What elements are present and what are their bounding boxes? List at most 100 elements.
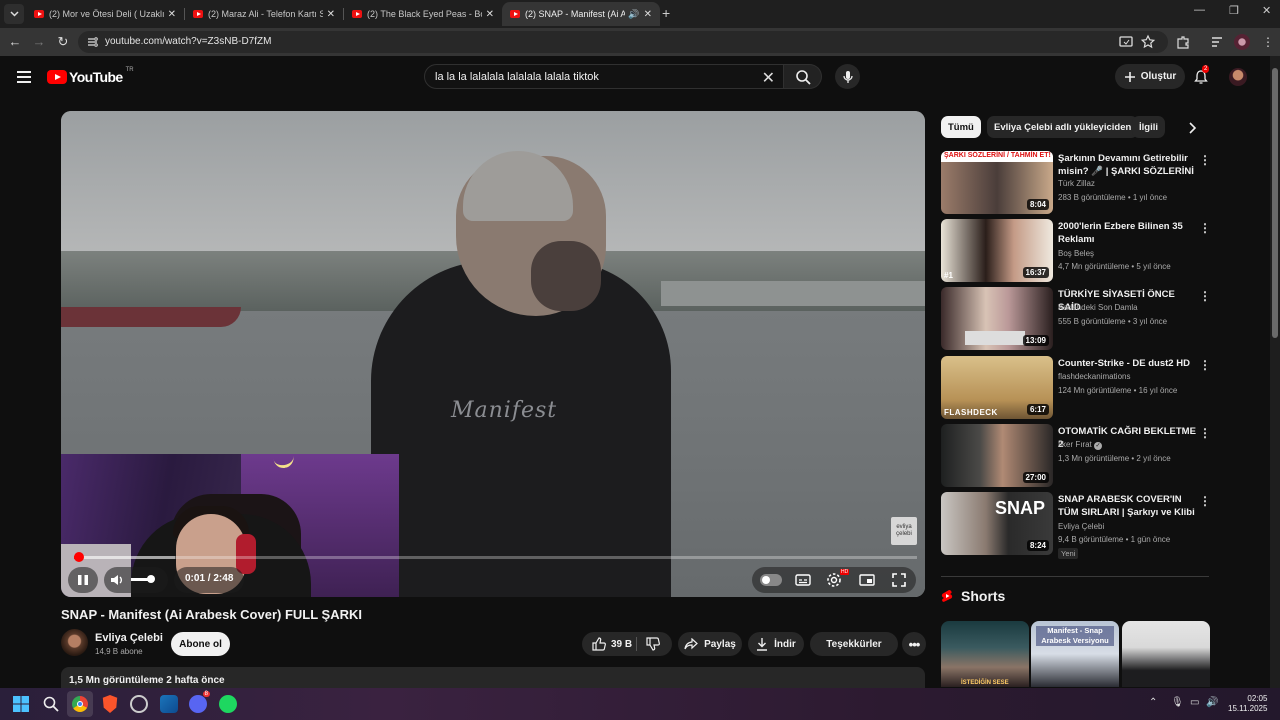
reading-list-icon[interactable] — [1209, 34, 1225, 50]
short-thumbnail[interactable]: Manifest - Snap Arabesk Versiyonu — [1031, 621, 1119, 687]
theater-mode-icon[interactable] — [858, 571, 876, 589]
youtube-logo[interactable]: YouTube TR — [47, 67, 134, 85]
profile-avatar[interactable] — [1234, 34, 1250, 50]
thanks-button[interactable]: Teşekkürler — [810, 632, 898, 656]
page-scrollbar[interactable] — [1270, 56, 1280, 688]
recommended-video[interactable]: SNAP 8:24 SNAP ARABESK COVER'IN TÜM SIRL… — [941, 492, 1211, 559]
cast-icon[interactable] — [1118, 34, 1134, 50]
browser-tab[interactable]: (2) Maraz Ali - Telefon Kartı Sah ✕ — [185, 2, 344, 26]
spotify-icon[interactable] — [219, 695, 237, 713]
scrubber-handle[interactable] — [74, 552, 85, 562]
scrollbar-thumb[interactable] — [1272, 68, 1278, 338]
browser-tab[interactable]: (2) The Black Eyed Peas - Boom ✕ — [344, 2, 502, 26]
video-channel[interactable]: Kadehdeki Son Damla — [1058, 303, 1138, 312]
close-tab-icon[interactable]: ✕ — [168, 9, 176, 20]
site-info-icon[interactable] — [87, 37, 98, 47]
address-bar[interactable]: youtube.com/watch?v=Z3sNB-D7fZM — [78, 31, 1168, 53]
volume-icon[interactable] — [110, 573, 124, 587]
play-pause-button[interactable] — [68, 567, 98, 593]
voice-search-button[interactable] — [835, 64, 860, 89]
video-thumbnail[interactable]: ŞARKI SÖZLERİNİ / TAHMİN ET! 8:04 — [941, 151, 1053, 214]
recommended-video[interactable]: 13:09 TÜRKİYE SİYASETİ ÖNCE SAİD Kadehde… — [941, 287, 1211, 351]
download-button[interactable]: İndir — [748, 632, 804, 656]
new-tab-button[interactable]: + — [662, 5, 670, 21]
channel-name[interactable]: Evliya Çelebi — [95, 632, 163, 644]
chip-all[interactable]: Tümü — [941, 116, 981, 138]
like-button[interactable]: 39 B — [592, 637, 632, 651]
recommended-video[interactable]: ŞARKI SÖZLERİNİ / TAHMİN ET! 8:04 Şarkın… — [941, 151, 1211, 215]
search-button[interactable] — [784, 64, 822, 89]
tray-overflow-icon[interactable]: ⌃ — [1149, 697, 1157, 708]
bookmark-star-icon[interactable] — [1140, 34, 1156, 50]
close-tab-icon[interactable]: ✕ — [327, 9, 335, 20]
close-window-icon[interactable]: ✕ — [1262, 4, 1271, 17]
tab-search-button[interactable] — [4, 4, 24, 24]
video-channel[interactable]: Evliya Çelebi — [1058, 522, 1104, 531]
more-vertical-icon[interactable]: ⋮ — [1199, 221, 1211, 235]
short-thumbnail[interactable] — [1122, 621, 1210, 687]
more-vertical-icon[interactable]: ⋮ — [1199, 153, 1211, 167]
chrome-taskbar-button[interactable] — [67, 691, 93, 717]
restore-icon[interactable]: ❐ — [1229, 4, 1239, 17]
video-channel[interactable]: Boş Beleş — [1058, 249, 1094, 258]
recommended-video[interactable]: FLASHDECK 6:17 Counter-Strike - DE dust2… — [941, 356, 1211, 420]
more-vertical-icon[interactable]: ⋮ — [1199, 358, 1211, 372]
more-vertical-icon[interactable]: ⋮ — [1199, 494, 1211, 508]
short-thumbnail[interactable]: İSTEDİĞİN SESE — [941, 621, 1029, 687]
brave-icon[interactable] — [102, 695, 118, 713]
search-icon[interactable] — [42, 695, 60, 713]
channel-watermark[interactable]: evliya çelebi — [891, 517, 917, 545]
video-title[interactable]: SNAP ARABESK COVER'IN TÜM SIRLARI | Şark… — [1058, 493, 1198, 520]
video-channel[interactable]: Türk Zillaz — [1058, 179, 1095, 188]
video-thumbnail[interactable]: SNAP 8:24 — [941, 492, 1053, 555]
more-vertical-icon[interactable]: ⋮ — [1199, 289, 1211, 303]
microphone-tray-icon[interactable]: 🎙 — [1171, 697, 1184, 708]
video-player[interactable]: Manifest evliya çelebi 0:01 / 2:48 HD — [61, 111, 925, 597]
close-tab-icon[interactable]: ✕ — [486, 9, 494, 20]
browser-menu-icon[interactable]: ⋮ — [1260, 34, 1276, 50]
thumbs-down-icon[interactable] — [646, 637, 660, 651]
menu-icon[interactable] — [17, 71, 31, 83]
search-input[interactable]: la la la lalalala lalalala lalala tiktok… — [424, 64, 784, 89]
channel-avatar[interactable] — [61, 629, 88, 656]
chip-related[interactable]: İlgili — [1132, 116, 1165, 138]
forward-icon[interactable]: → — [31, 34, 47, 50]
video-thumbnail[interactable]: #1 16:37 — [941, 219, 1053, 282]
video-channel[interactable]: İlker Fırat ✓ — [1058, 440, 1103, 450]
volume-slider[interactable] — [131, 575, 155, 583]
autoplay-toggle[interactable] — [760, 574, 782, 586]
share-button[interactable]: Paylaş — [678, 632, 742, 656]
chevron-right-icon[interactable] — [1187, 122, 1197, 134]
video-title[interactable]: Counter-Strike - DE dust2 HD — [1058, 357, 1198, 370]
clear-search-icon[interactable]: ✕ — [762, 68, 775, 88]
create-button[interactable]: Oluştur — [1115, 64, 1185, 89]
subtitles-icon[interactable] — [794, 571, 812, 589]
more-actions-button[interactable]: ••• — [902, 632, 926, 656]
system-clock[interactable]: 02:05 15.11.2025 — [1228, 694, 1267, 714]
obs-icon[interactable] — [130, 695, 148, 713]
app-icon[interactable] — [160, 695, 178, 713]
recommended-video[interactable]: #1 16:37 2000'lerin Ezbere Bilinen 35 Re… — [941, 219, 1211, 283]
recommended-video[interactable]: 27:00 OTOMATİK CAĞRI BEKLETME 2 İlker Fı… — [941, 424, 1211, 488]
video-thumbnail[interactable]: 13:09 — [941, 287, 1053, 350]
progress-bar[interactable] — [74, 552, 917, 562]
video-title[interactable]: Şarkının Devamını Getirebilir misin? 🎤 |… — [1058, 152, 1198, 179]
audio-playing-icon[interactable]: 🔊 — [628, 9, 639, 20]
browser-tab[interactable]: (2) Mor ve Ötesi Deli ( Uzaklım ✕ — [26, 2, 185, 26]
close-tab-icon[interactable]: ✕ — [644, 9, 652, 20]
chip-from-uploader[interactable]: Evliya Çelebi adlı yükleyiciden — [987, 116, 1139, 138]
extensions-icon[interactable] — [1175, 34, 1191, 50]
volume-tray-icon[interactable]: 🔊 — [1206, 697, 1218, 708]
reload-icon[interactable]: ↻ — [55, 34, 71, 50]
fullscreen-icon[interactable] — [890, 571, 908, 589]
video-title[interactable]: 2000'lerin Ezbere Bilinen 35 Reklamı — [1058, 220, 1198, 246]
discord-icon[interactable]: 8 — [189, 691, 210, 713]
more-vertical-icon[interactable]: ⋮ — [1199, 426, 1211, 440]
video-thumbnail[interactable]: FLASHDECK 6:17 — [941, 356, 1053, 419]
network-icon[interactable]: ▭ — [1190, 697, 1199, 708]
subscribe-button[interactable]: Abone ol — [171, 632, 230, 656]
video-channel[interactable]: flashdeckanimations — [1058, 372, 1130, 381]
account-avatar[interactable] — [1229, 68, 1247, 86]
minimize-icon[interactable]: — — [1194, 4, 1205, 16]
notifications-button[interactable]: 2 — [1193, 65, 1210, 85]
